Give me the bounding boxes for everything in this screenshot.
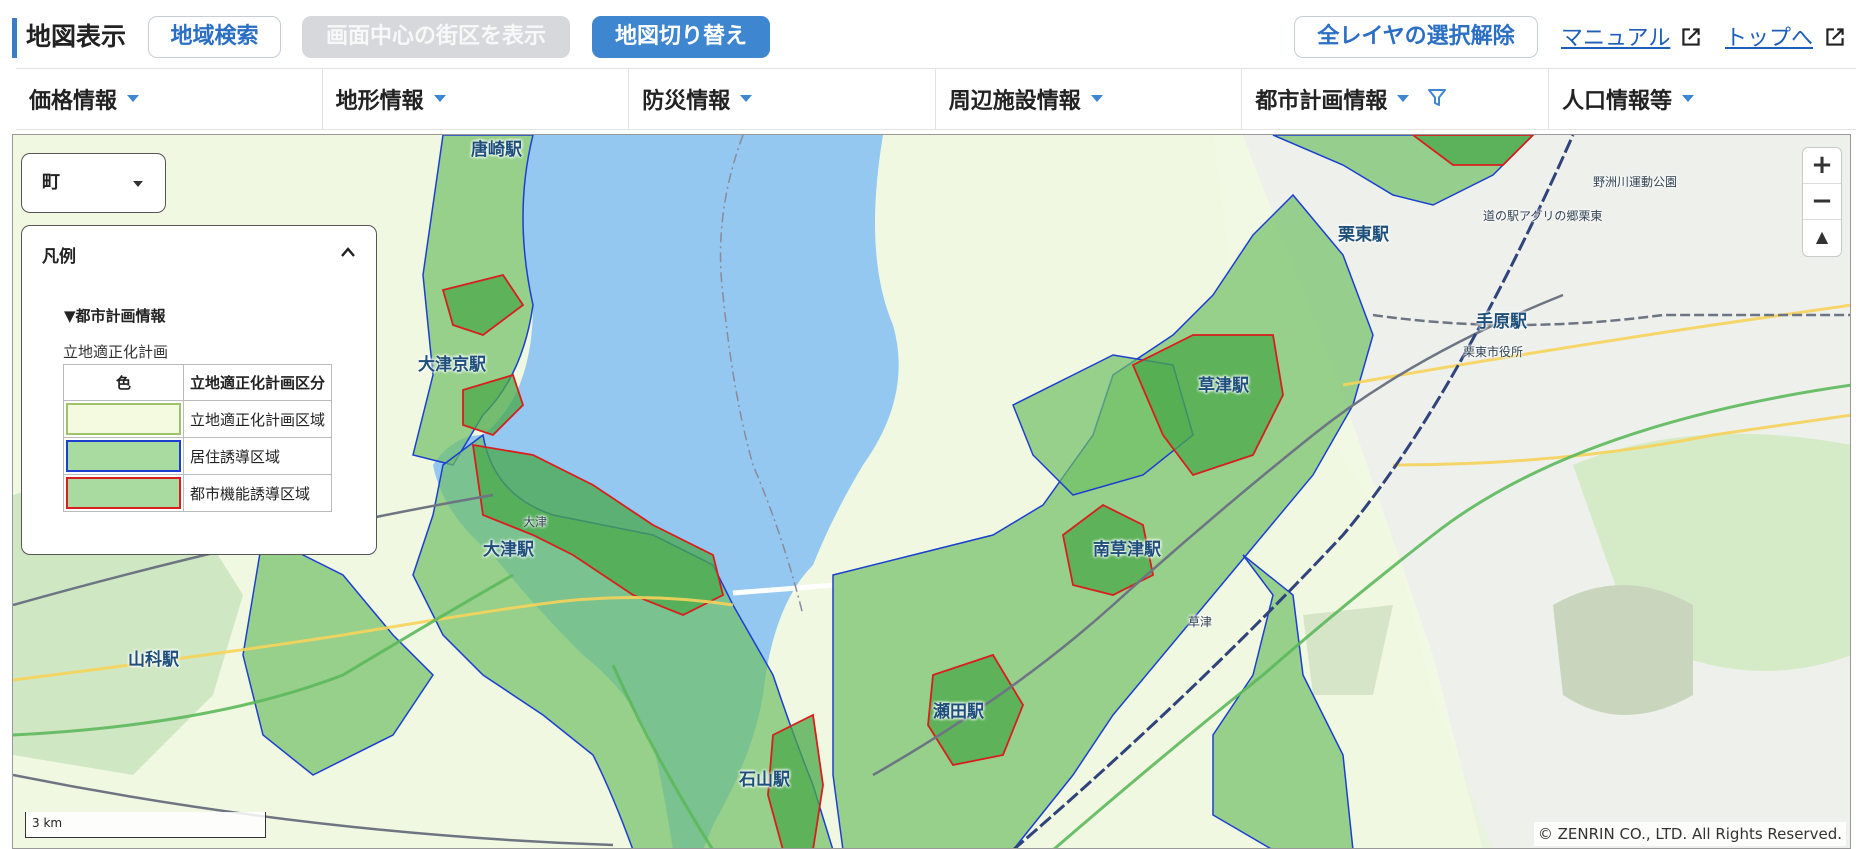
station-label-karasaki: 唐崎駅 [471, 140, 522, 160]
menu-facility-info[interactable]: 周辺施設情報 [936, 69, 1243, 129]
caret-down-icon [127, 95, 140, 102]
menu-terrain-info[interactable]: 地形情報 [323, 69, 630, 129]
caret-down-icon [1090, 95, 1103, 102]
scale-bar: 3 km [25, 812, 266, 838]
map-copyright: © ZENRIN CO., LTD. All Rights Reserved. [1533, 822, 1846, 846]
place-label-yasugawa-park: 野洲川運動公園 [1593, 175, 1678, 189]
legend-panel: 凡例 ▼都市計画情報 立地適正化計画 色 立地適正化計画区分 立地適正化計画区域… [21, 225, 377, 555]
legend-table: 色 立地適正化計画区分 立地適正化計画区域 居住誘導区域 都市機能誘導区域 [63, 364, 332, 512]
town-select[interactable]: 町 [21, 153, 166, 213]
station-label-otsu: 大津駅 [483, 540, 534, 560]
station-label-tehara: 手原駅 [1476, 312, 1527, 332]
chevron-up-icon[interactable] [340, 246, 356, 258]
legend-swatch [66, 403, 181, 435]
compass-reset-button[interactable]: ▲ [1803, 220, 1841, 256]
station-label-minamikusatsu: 南草津駅 [1093, 540, 1161, 560]
zoom-out-button[interactable]: − [1803, 184, 1841, 220]
area-search-button[interactable]: 地域検索 [148, 16, 281, 58]
pa-label-kusatsu: 草津 [1188, 615, 1213, 629]
place-label-ritto-city-hall: 栗東市役所 [1463, 345, 1524, 359]
station-label-kusatsu: 草津駅 [1198, 376, 1249, 396]
station-label-yamashina: 山科駅 [128, 650, 179, 670]
caret-down-icon [1397, 95, 1410, 102]
legend-swatch [66, 440, 181, 472]
zoom-control: + − ▲ [1802, 147, 1842, 257]
menu-disaster-info[interactable]: 防災情報 [629, 69, 936, 129]
menu-city-planning-info[interactable]: 都市計画情報 [1242, 69, 1549, 129]
page-title: 地図表示 [26, 22, 127, 51]
legend-row: 都市機能誘導区域 [63, 474, 332, 512]
switch-map-button[interactable]: 地図切り替え [592, 16, 770, 58]
legend-row-name: 立地適正化計画区域 [183, 400, 332, 438]
legend-row: 立地適正化計画区域 [63, 400, 332, 438]
station-label-seta: 瀬田駅 [933, 702, 984, 722]
legend-row-name: 居住誘導区域 [183, 437, 332, 475]
caret-down-icon [433, 95, 446, 102]
manual-link[interactable]: マニュアル [1561, 24, 1670, 54]
filter-icon [1428, 89, 1447, 106]
layer-menu-bar: 価格情報 地形情報 防災情報 周辺施設情報 都市計画情報 人口情報等 [16, 68, 1856, 130]
legend-col-color: 色 [63, 364, 184, 401]
external-link-icon[interactable] [1678, 24, 1704, 50]
legend-col-name: 立地適正化計画区分 [183, 364, 332, 401]
menu-population-info[interactable]: 人口情報等 [1549, 69, 1856, 129]
caret-down-icon [740, 95, 753, 102]
station-label-ritto: 栗東駅 [1338, 225, 1389, 245]
top-link[interactable]: トップへ [1725, 24, 1813, 54]
caret-down-icon [133, 181, 143, 187]
legend-swatch [66, 477, 181, 509]
header: 地図表示 地域検索 画面中心の街区を表示 地図切り替え 全レイヤの選択解除 マニ… [0, 0, 1861, 68]
ic-label-otsu: 大津 [523, 515, 548, 529]
station-label-otsukyo: 大津京駅 [418, 355, 486, 375]
legend-subtitle: 立地適正化計画 [63, 343, 169, 361]
external-link-icon[interactable] [1822, 24, 1848, 50]
legend-section-title: ▼都市計画情報 [64, 307, 166, 325]
legend-row: 居住誘導区域 [63, 437, 332, 475]
map-canvas[interactable]: 唐崎駅 大津京駅 大津駅 山科駅 石山駅 草津駅 南草津駅 瀬田駅 栗東駅 手原… [12, 134, 1851, 849]
menu-price-info[interactable]: 価格情報 [16, 69, 323, 129]
caret-down-icon [1681, 95, 1694, 102]
title-accent-bar [12, 18, 17, 58]
deselect-all-layers-button[interactable]: 全レイヤの選択解除 [1294, 16, 1538, 58]
zoom-in-button[interactable]: + [1803, 148, 1841, 184]
legend-row-name: 都市機能誘導区域 [183, 474, 332, 512]
place-label-michinoeki: 道の駅アグリの郷栗東 [1483, 209, 1603, 223]
show-center-block-button: 画面中心の街区を表示 [302, 16, 570, 58]
station-label-ishiyama: 石山駅 [739, 770, 790, 790]
legend-title: 凡例 [42, 247, 76, 267]
